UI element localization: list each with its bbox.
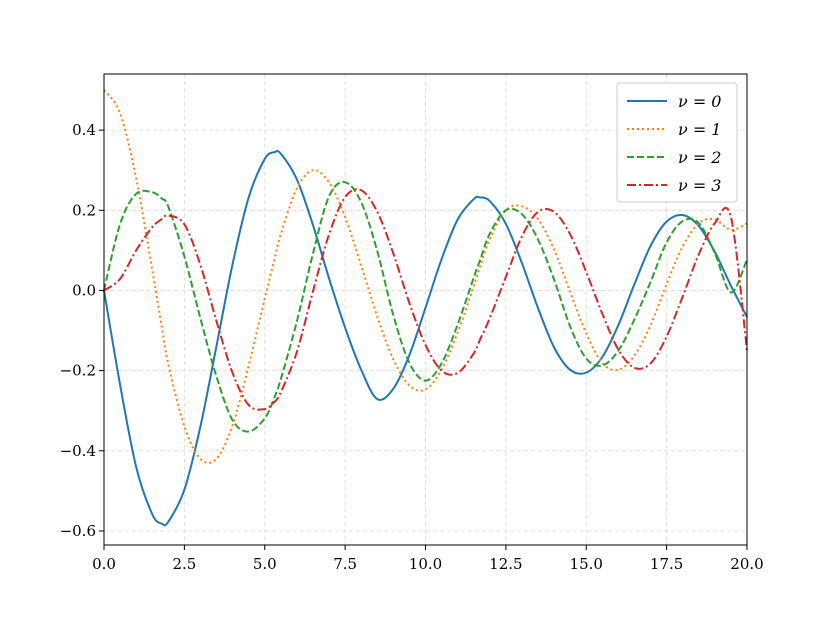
legend-label-nu-1: ν = 1 bbox=[678, 120, 721, 139]
y-tick-label: 0.4 bbox=[72, 121, 96, 139]
legend-label-nu-0: ν = 0 bbox=[678, 92, 721, 111]
y-tick-label: −0.2 bbox=[60, 362, 96, 380]
legend-label-nu-2: ν = 2 bbox=[678, 148, 721, 167]
x-tick-label: 10.0 bbox=[409, 555, 442, 573]
x-tick-label: 17.5 bbox=[650, 555, 683, 573]
y-tick-label: 0.2 bbox=[72, 201, 96, 219]
y-tick-label: −0.6 bbox=[60, 522, 96, 540]
x-tick-label: 20.0 bbox=[730, 555, 763, 573]
x-tick-label: 5.0 bbox=[253, 555, 277, 573]
x-tick-label: 2.5 bbox=[172, 555, 196, 573]
y-tick-label: 0.0 bbox=[72, 281, 96, 299]
x-tick-label: 15.0 bbox=[570, 555, 603, 573]
x-tick-label: 0.0 bbox=[92, 555, 116, 573]
y-tick-label: −0.4 bbox=[60, 442, 96, 460]
legend: ν = 0 ν = 1 ν = 2 ν = 3 bbox=[616, 82, 738, 203]
line-chart: 0.0 2.5 5.0 7.5 10.0 12.5 15.0 17.5 20.0 −0.6 −0.… bbox=[0, 0, 830, 623]
x-tick-label: 7.5 bbox=[333, 555, 357, 573]
x-tick-label: 12.5 bbox=[489, 555, 522, 573]
legend-label-nu-3: ν = 3 bbox=[678, 176, 721, 195]
